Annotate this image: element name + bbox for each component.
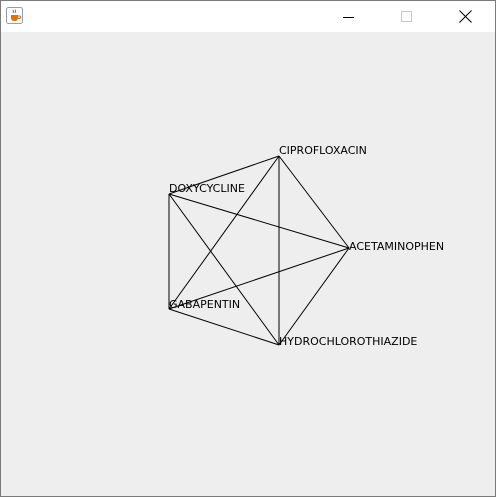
java-coffee-cup-icon [6,7,23,24]
node-label-doxy: DOXYCYCLINE [169,182,245,195]
close-icon [458,10,472,23]
close-button[interactable] [442,1,488,32]
drug-interaction-graph: CIPROFLOXACIN DOXYCYCLINE ACETAMINOPHEN … [168,144,444,348]
node-label-hctz: HYDROCHLOROTHIAZIDE [279,335,417,348]
edge-doxy-hctz [168,193,280,346]
maximize-button[interactable] [384,1,430,32]
maximize-icon [401,10,412,22]
title-bar[interactable] [1,1,495,32]
node-label-cipro: CIPROFLOXACIN [279,144,367,157]
edge-acet-hctz [278,247,350,346]
node-label-gaba: GABAPENTIN [169,298,240,311]
minimize-icon [343,16,354,18]
edge-cipro-acet [278,155,350,249]
edge-doxy-acet [168,193,350,249]
node-label-acet: ACETAMINOPHEN [349,240,444,253]
edge-gaba-hctz [168,308,280,346]
edge-cipro-gaba [168,155,280,310]
app-window: CIPROFLOXACIN DOXYCYCLINE ACETAMINOPHEN … [0,0,496,497]
minimize-button[interactable] [326,1,372,32]
graph-canvas: CIPROFLOXACIN DOXYCYCLINE ACETAMINOPHEN … [1,32,495,496]
labels-layer: CIPROFLOXACIN DOXYCYCLINE ACETAMINOPHEN … [169,144,444,348]
